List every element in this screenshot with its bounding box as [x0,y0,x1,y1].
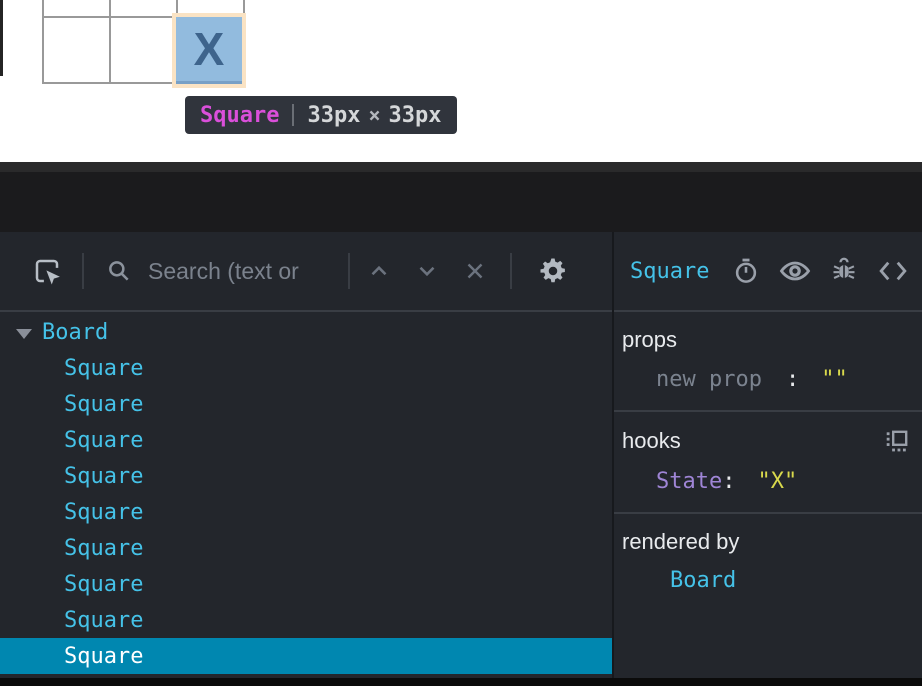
inspected-element-panel: Square [612,232,922,678]
tree-item-square[interactable]: Square [0,422,612,458]
tree-item-square[interactable]: Square [0,386,612,422]
tree-item-label: Square [64,464,143,489]
tree-item-label: Square [64,572,143,597]
toolbar-separator [348,253,350,289]
prop-value-input[interactable]: "" [821,367,848,392]
tree-item-square[interactable]: Square [0,458,612,494]
tree-item-square-selected[interactable]: Square [0,638,612,674]
state-hook-label[interactable]: State [656,469,722,494]
tooltip-component-name: Square [200,103,279,128]
colon: : [786,367,799,392]
search-icon [106,258,132,284]
inspect-element-icon[interactable] [32,256,62,286]
clear-icon[interactable] [462,258,488,284]
gear-icon[interactable] [538,256,568,286]
chevron-down-icon[interactable] [414,258,440,284]
grid-line [42,0,44,84]
tooltip-height: 33px [389,103,442,128]
tree-item-label: Board [42,320,108,345]
rendered-by-section: rendered by Board [614,514,922,609]
stopwatch-icon[interactable] [732,257,760,285]
devtools-tabbar: Console 0 Problems 0 React DevTools 0 [0,162,922,232]
component-tree: Board Square Square Square Square Square… [0,312,612,674]
tree-item-square[interactable]: Square [0,602,612,638]
eye-icon[interactable] [779,257,811,285]
tree-item-square[interactable]: Square [0,530,612,566]
tree-toolbar [0,232,612,312]
inspect-highlight-padding: X [172,13,246,88]
tree-item-label: Square [64,428,143,453]
code-brackets-icon[interactable] [877,258,909,284]
hooks-heading: hooks [622,429,681,453]
rendered-by-heading: rendered by [622,530,739,554]
grid-line [109,0,111,84]
tooltip-divider [292,104,294,126]
toolbar-separator [510,253,512,289]
window-edge [0,0,3,76]
toolbar-separator [82,253,84,289]
tree-item-label: Square [64,500,143,525]
tooltip-width: 33px [307,103,360,128]
colon: : [722,469,735,494]
inspect-tooltip: Square 33px × 33px [185,96,457,134]
inspector-toolbar: Square [614,232,922,312]
tree-item-label: Square [64,392,143,417]
hooks-section: hooks State: "X" [614,412,922,514]
tree-item-label: Square [64,356,143,381]
tree-item-square[interactable]: Square [0,494,612,530]
tooltip-times: × [368,103,380,127]
parse-hooks-icon[interactable] [884,428,910,454]
props-heading: props [622,328,677,352]
tree-item-label: Square [64,536,143,561]
expand-caret-icon[interactable] [16,329,32,339]
square-cell[interactable]: X [176,17,242,84]
page-viewport: X Square 33px × 33px [0,0,922,162]
bug-icon[interactable] [830,257,858,285]
chevron-up-icon[interactable] [366,258,392,284]
inspected-component-title: Square [630,259,709,284]
react-devtools-panel: Board Square Square Square Square Square… [0,232,922,678]
inspector-actions [732,257,922,285]
tree-item-board[interactable]: Board [0,314,612,350]
tree-item-label: Square [64,644,143,669]
props-section: props new prop: "" [614,312,922,412]
rendered-by-board-link[interactable]: Board [670,568,922,593]
search-input[interactable] [148,258,348,285]
new-prop-input[interactable]: new prop [656,367,762,392]
tree-item-label: Square [64,608,143,633]
tree-item-square[interactable]: Square [0,566,612,602]
window-bottom-edge [0,678,922,686]
tree-item-square[interactable]: Square [0,350,612,386]
state-value-input[interactable]: "X" [757,469,797,494]
components-tree-panel: Board Square Square Square Square Square… [0,232,612,678]
